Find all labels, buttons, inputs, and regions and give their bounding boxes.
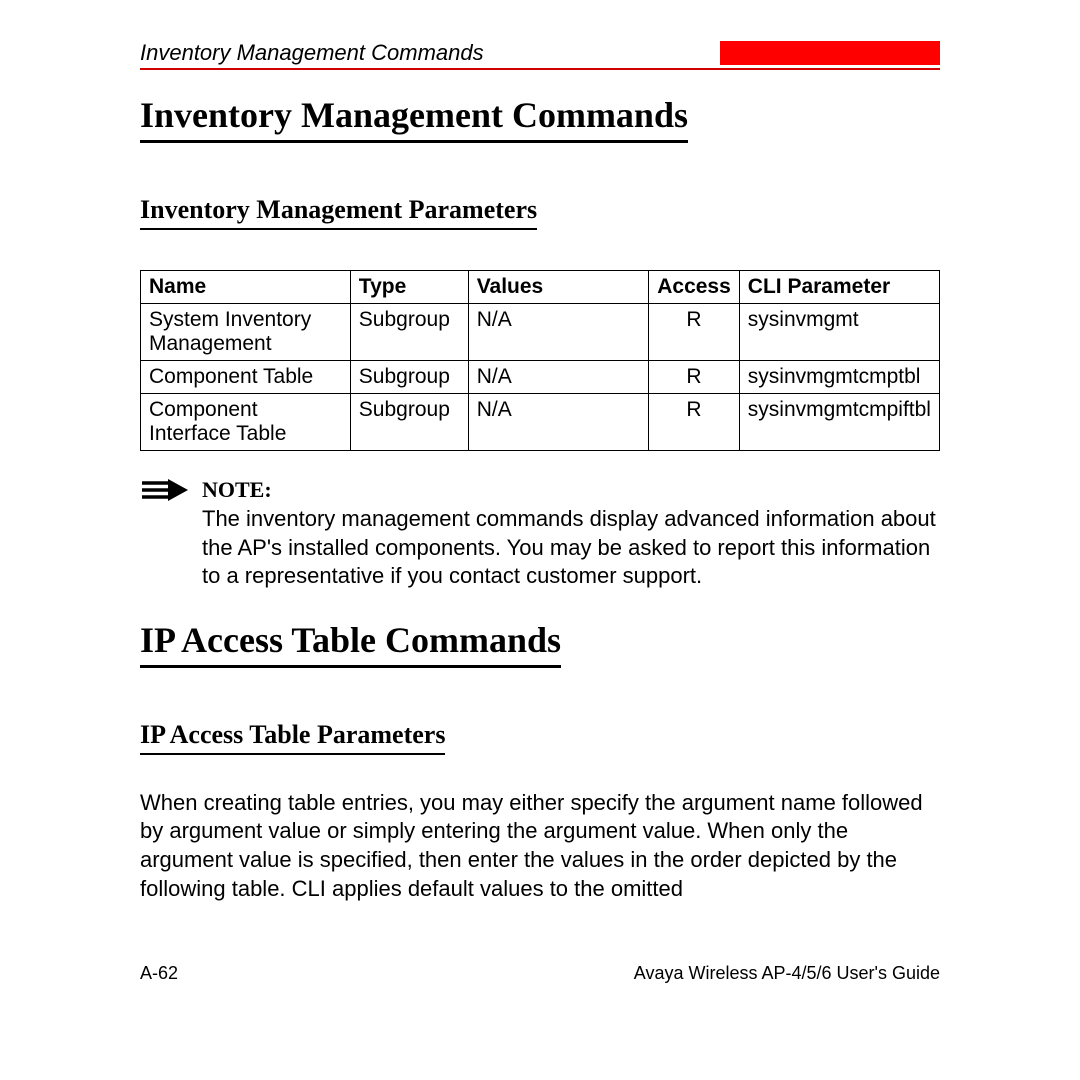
col-access: Access xyxy=(649,271,740,304)
cell-values: N/A xyxy=(468,394,649,451)
cell-values: N/A xyxy=(468,304,649,361)
col-type: Type xyxy=(350,271,468,304)
cell-access: R xyxy=(649,361,740,394)
page-header: Inventory Management Commands xyxy=(140,40,940,70)
note-text: The inventory management commands displa… xyxy=(202,505,940,591)
guide-title: Avaya Wireless AP-4/5/6 User's Guide xyxy=(634,963,940,984)
page-footer: A-62 Avaya Wireless AP-4/5/6 User's Guid… xyxy=(140,963,940,984)
section-1-subtitle: Inventory Management Parameters xyxy=(140,195,537,230)
cell-type: Subgroup xyxy=(350,304,468,361)
col-cli: CLI Parameter xyxy=(739,271,939,304)
cell-type: Subgroup xyxy=(350,361,468,394)
running-title: Inventory Management Commands xyxy=(140,40,484,66)
cell-cli: sysinvmgmtcmpiftbl xyxy=(739,394,939,451)
cell-type: Subgroup xyxy=(350,394,468,451)
table-row: Component Interface Table Subgroup N/A R… xyxy=(141,394,940,451)
section-2-paragraph: When creating table entries, you may eit… xyxy=(140,789,940,903)
note-label: NOTE: xyxy=(202,477,272,502)
table-row: Component Table Subgroup N/A R sysinvmgm… xyxy=(141,361,940,394)
parameters-table: Name Type Values Access CLI Parameter Sy… xyxy=(140,270,940,451)
header-accent-bar xyxy=(720,41,940,65)
cell-cli: sysinvmgmtcmptbl xyxy=(739,361,939,394)
col-values: Values xyxy=(468,271,649,304)
note-block: NOTE: The inventory management commands … xyxy=(140,477,940,591)
section-1-title: Inventory Management Commands xyxy=(140,94,688,143)
col-name: Name xyxy=(141,271,351,304)
cell-name: Component Interface Table xyxy=(141,394,351,451)
table-row: System Inventory Management Subgroup N/A… xyxy=(141,304,940,361)
cell-name: System Inventory Management xyxy=(141,304,351,361)
cell-access: R xyxy=(649,304,740,361)
cell-access: R xyxy=(649,394,740,451)
note-arrow-icon xyxy=(140,477,190,505)
cell-name: Component Table xyxy=(141,361,351,394)
cell-values: N/A xyxy=(468,361,649,394)
page-number: A-62 xyxy=(140,963,178,984)
cell-cli: sysinvmgmt xyxy=(739,304,939,361)
section-2-title: IP Access Table Commands xyxy=(140,619,561,668)
section-2-subtitle: IP Access Table Parameters xyxy=(140,720,445,755)
